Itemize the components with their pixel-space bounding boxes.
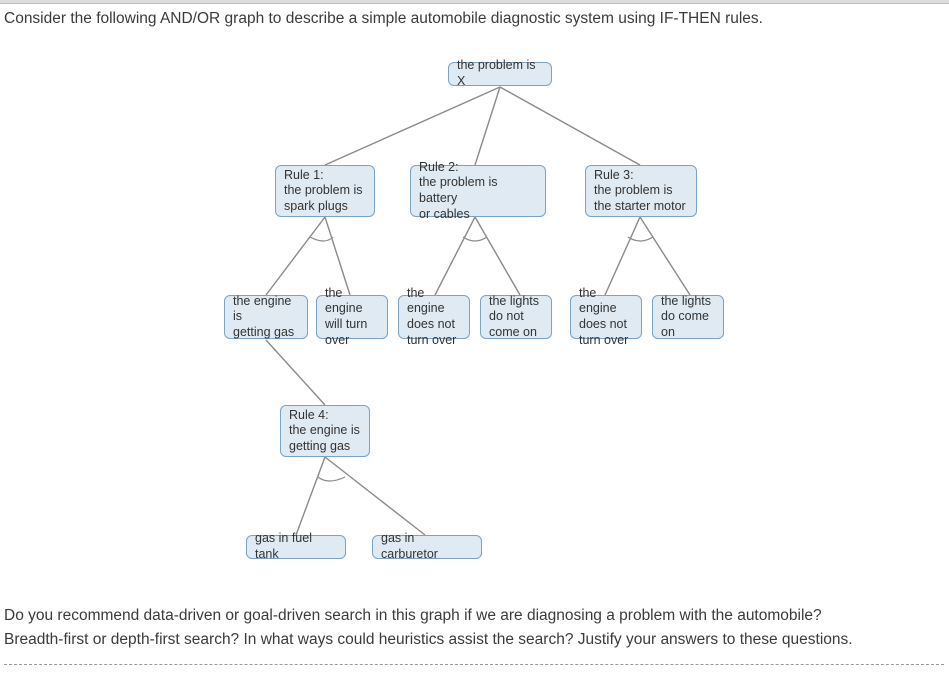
node-rule1: Rule 1: the problem is spark plugs (275, 165, 375, 217)
page: Consider the following AND/OR graph to d… (0, 4, 949, 694)
node-root-label: the problem is X (457, 58, 543, 89)
node-l2: the engine will turn over (316, 295, 388, 339)
bottom-divider (4, 664, 944, 665)
node-b2: gas in carburetor (372, 535, 482, 559)
node-l2-label: the engine will turn over (325, 286, 379, 349)
question-line-2: Breadth-first or depth-first search? In … (4, 628, 944, 652)
node-l3: the engine does not turn over (398, 295, 470, 339)
node-l6-label: the lights do come on (661, 294, 711, 341)
node-rule2: Rule 2: the problem is battery or cables (410, 165, 546, 217)
node-l4: the lights do not come on (480, 295, 552, 339)
node-l6: the lights do come on (652, 295, 724, 339)
intro-text: Consider the following AND/OR graph to d… (4, 10, 763, 28)
node-l1: the engine is getting gas (224, 295, 308, 339)
diagram-container: the problem is X Rule 1: the problem is … (0, 32, 949, 592)
node-rule3: Rule 3: the problem is the starter motor (585, 165, 697, 217)
node-rule3-label: Rule 3: the problem is the starter motor (594, 168, 686, 215)
node-l4-label: the lights do not come on (489, 294, 539, 341)
node-root: the problem is X (448, 62, 552, 86)
node-l1-label: the engine is getting gas (233, 294, 299, 341)
node-b1-label: gas in fuel tank (255, 531, 337, 562)
question-line-1: Do you recommend data-driven or goal-dri… (4, 604, 944, 628)
diagram-edges (0, 32, 949, 592)
node-rule1-label: Rule 1: the problem is spark plugs (284, 168, 363, 215)
node-rule4: Rule 4: the engine is getting gas (280, 405, 370, 457)
question-text: Do you recommend data-driven or goal-dri… (4, 604, 944, 652)
node-l3-label: the engine does not turn over (407, 286, 461, 349)
node-rule2-label: Rule 2: the problem is battery or cables (419, 160, 537, 223)
node-l5-label: the engine does not turn over (579, 286, 633, 349)
node-b1: gas in fuel tank (246, 535, 346, 559)
node-l5: the engine does not turn over (570, 295, 642, 339)
node-b2-label: gas in carburetor (381, 531, 473, 562)
node-rule4-label: Rule 4: the engine is getting gas (289, 408, 360, 455)
